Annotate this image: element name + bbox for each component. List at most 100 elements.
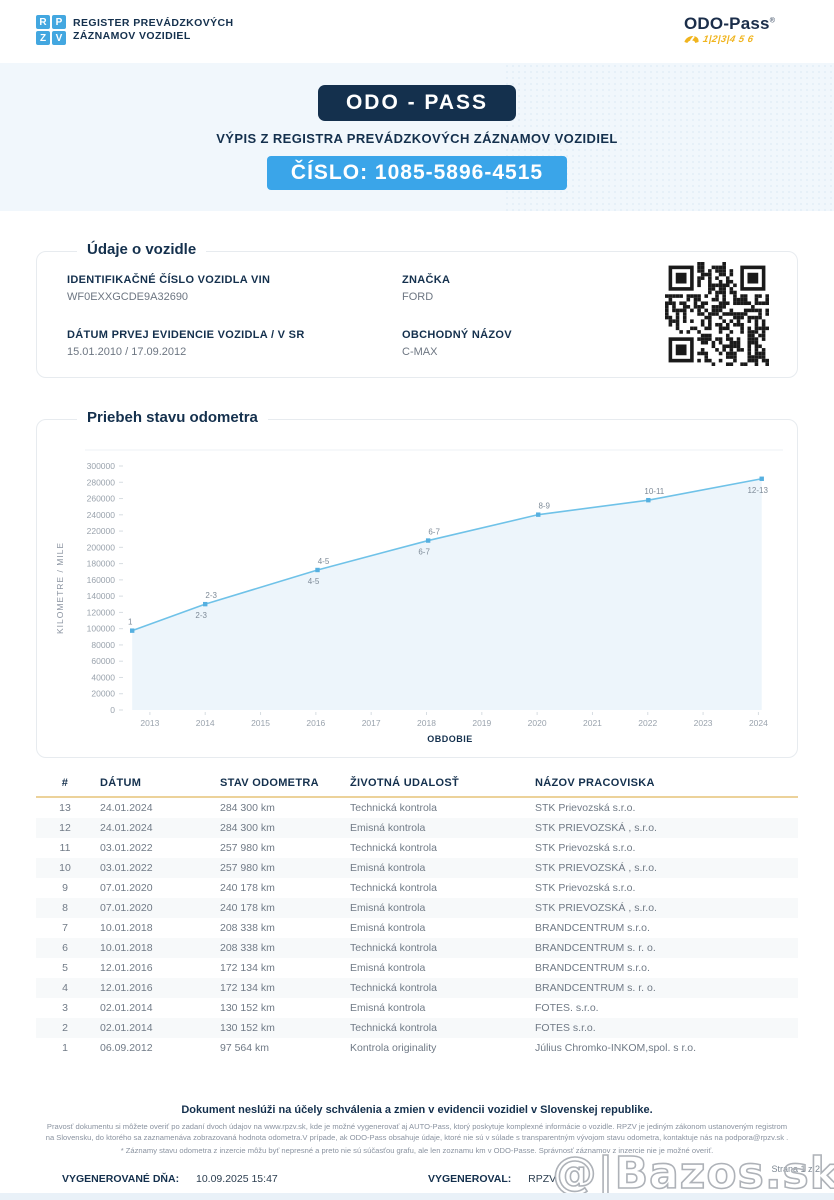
rpzv-letter-p: P <box>52 15 66 29</box>
svg-text:140000: 140000 <box>87 591 116 601</box>
cell-number: 13 <box>36 797 94 818</box>
svg-text:2023: 2023 <box>694 718 713 728</box>
field-model-label: OBCHODNÝ NÁZOV <box>402 329 667 341</box>
svg-text:100000: 100000 <box>87 624 116 634</box>
svg-text:0: 0 <box>110 705 115 715</box>
svg-text:280000: 280000 <box>87 477 116 487</box>
svg-text:2021: 2021 <box>583 718 602 728</box>
field-first-registration-value: 15.01.2010 / 17.09.2012 <box>67 346 402 358</box>
svg-text:OBDOBIE: OBDOBIE <box>427 734 473 744</box>
cell-workplace: FOTES s.r.o. <box>529 1018 798 1038</box>
cell-date: 10.01.2018 <box>94 918 214 938</box>
cell-odometer: 208 338 km <box>214 938 344 958</box>
field-vin-label: IDENTIFIKAČNÉ ČÍSLO VOZIDLA VIN <box>67 274 402 286</box>
cell-number: 5 <box>36 958 94 978</box>
table-row: 106.09.201297 564 kmKontrola originality… <box>36 1038 798 1058</box>
cell-date: 10.01.2018 <box>94 938 214 958</box>
cell-date: 12.01.2016 <box>94 978 214 998</box>
svg-text:120000: 120000 <box>87 607 116 617</box>
cell-number: 10 <box>36 858 94 878</box>
field-vin-value: WF0EXXGCDE9A32690 <box>67 291 402 303</box>
svg-text:20000: 20000 <box>91 689 115 699</box>
table-row: 302.01.2014130 152 kmEmisná kontrolaFOTE… <box>36 998 798 1018</box>
odopass-digits: 1|2|3|4 5 6 <box>702 34 755 45</box>
cell-workplace: BRANDCENTRUM s.r.o. <box>529 918 798 938</box>
cell-event: Emisná kontrola <box>344 818 529 838</box>
field-first-registration: DÁTUM PRVEJ EVIDENCIE VOZIDLA / V SR 15.… <box>67 329 402 358</box>
svg-text:240000: 240000 <box>87 510 116 520</box>
cell-odometer: 172 134 km <box>214 958 344 978</box>
cell-odometer: 130 152 km <box>214 1018 344 1038</box>
cell-number: 8 <box>36 898 94 918</box>
cell-number: 1 <box>36 1038 94 1058</box>
cell-odometer: 257 980 km <box>214 858 344 878</box>
cell-date: 03.01.2022 <box>94 838 214 858</box>
hero-band: ODO - PASS VÝPIS Z REGISTRA PREVÁDZKOVÝC… <box>0 63 834 211</box>
cell-odometer: 240 178 km <box>214 878 344 898</box>
table-row: 907.01.2020240 178 kmTechnická kontrolaS… <box>36 878 798 898</box>
cell-odometer: 240 178 km <box>214 898 344 918</box>
svg-text:300000: 300000 <box>87 461 116 471</box>
cell-date: 24.01.2024 <box>94 797 214 818</box>
cell-workplace: Július Chromko-INKOM,spol. s r.o. <box>529 1038 798 1058</box>
speedometer-icon <box>683 34 701 45</box>
cell-event: Emisná kontrola <box>344 918 529 938</box>
vehicle-section-title: Údaje o vozidle <box>77 241 206 258</box>
cell-event: Technická kontrola <box>344 1018 529 1038</box>
cell-number: 7 <box>36 918 94 938</box>
vehicle-fields: IDENTIFIKAČNÉ ČÍSLO VOZIDLA VIN WF0EXXGC… <box>67 274 667 358</box>
bottom-strip <box>0 1193 834 1200</box>
cell-event: Technická kontrola <box>344 938 529 958</box>
cell-workplace: FOTES. s.r.o. <box>529 998 798 1018</box>
field-brand: ZNAČKA FORD <box>402 274 667 303</box>
svg-text:1: 1 <box>128 618 133 627</box>
svg-text:2016: 2016 <box>306 718 325 728</box>
cell-odometer: 257 980 km <box>214 838 344 858</box>
rpzv-title-line1: REGISTER PREVÁDZKOVÝCH <box>73 17 234 30</box>
chart-section-title: Priebeh stavu odometra <box>77 409 268 426</box>
svg-text:2014: 2014 <box>196 718 215 728</box>
svg-text:KILOMETRE / MILE: KILOMETRE / MILE <box>55 542 65 634</box>
svg-text:2018: 2018 <box>417 718 436 728</box>
svg-text:200000: 200000 <box>87 542 116 552</box>
registered-mark-icon: ® <box>770 18 775 25</box>
svg-text:260000: 260000 <box>87 494 116 504</box>
cell-workplace: STK PRIEVOZSKÁ , s.r.o. <box>529 858 798 878</box>
rpzv-title-line2: ZÁZNAMOV VOZIDIEL <box>73 30 234 43</box>
cell-number: 4 <box>36 978 94 998</box>
field-brand-value: FORD <box>402 291 667 303</box>
odo-pass-badge: ODO - PASS <box>318 85 516 121</box>
odopass-logo-text: ODO-Pass <box>684 14 770 33</box>
svg-text:8-9: 8-9 <box>538 502 550 511</box>
field-first-registration-label: DÁTUM PRVEJ EVIDENCIE VOZIDLA / V SR <box>67 329 402 341</box>
svg-text:6-7: 6-7 <box>428 528 440 537</box>
odometer-chart-card: Priebeh stavu odometra 02000040000600008… <box>36 419 798 758</box>
cell-workplace: STK Prievozská s.r.o. <box>529 838 798 858</box>
cell-workplace: STK PRIEVOZSKÁ , s.r.o. <box>529 818 798 838</box>
cell-workplace: STK Prievozská s.r.o. <box>529 797 798 818</box>
cell-odometer: 208 338 km <box>214 918 344 938</box>
cell-event: Technická kontrola <box>344 978 529 998</box>
header-date: DÁTUM <box>94 772 214 797</box>
header-workplace: NÁZOV PRACOVISKA <box>529 772 798 797</box>
disclaimer-small: Pravosť dokumentu si môžete overiť po za… <box>42 1122 792 1143</box>
rpzv-logo-icon: R P Z V <box>36 15 66 45</box>
cell-event: Technická kontrola <box>344 878 529 898</box>
cell-event: Emisná kontrola <box>344 958 529 978</box>
table-row: 1103.01.2022257 980 kmTechnická kontrola… <box>36 838 798 858</box>
document-number-badge: ČÍSLO: 1085-5896-4515 <box>267 156 567 190</box>
cell-date: 02.01.2014 <box>94 1018 214 1038</box>
hero-subtitle: VÝPIS Z REGISTRA PREVÁDZKOVÝCH ZÁZNAMOV … <box>216 131 618 146</box>
qr-code <box>665 262 769 366</box>
svg-text:2013: 2013 <box>140 718 159 728</box>
cell-number: 6 <box>36 938 94 958</box>
field-brand-label: ZNAČKA <box>402 274 667 286</box>
svg-text:6-7: 6-7 <box>418 548 430 557</box>
svg-text:12-13: 12-13 <box>747 486 768 495</box>
cell-number: 11 <box>36 838 94 858</box>
cell-event: Kontrola originality <box>344 1038 529 1058</box>
records-table-section: # DÁTUM STAV ODOMETRA ŽIVOTNÁ UDALOSŤ NÁ… <box>36 772 798 1058</box>
cell-event: Emisná kontrola <box>344 898 529 918</box>
table-row: 1224.01.2024284 300 kmEmisná kontrolaSTK… <box>36 818 798 838</box>
cell-event: Emisná kontrola <box>344 858 529 878</box>
